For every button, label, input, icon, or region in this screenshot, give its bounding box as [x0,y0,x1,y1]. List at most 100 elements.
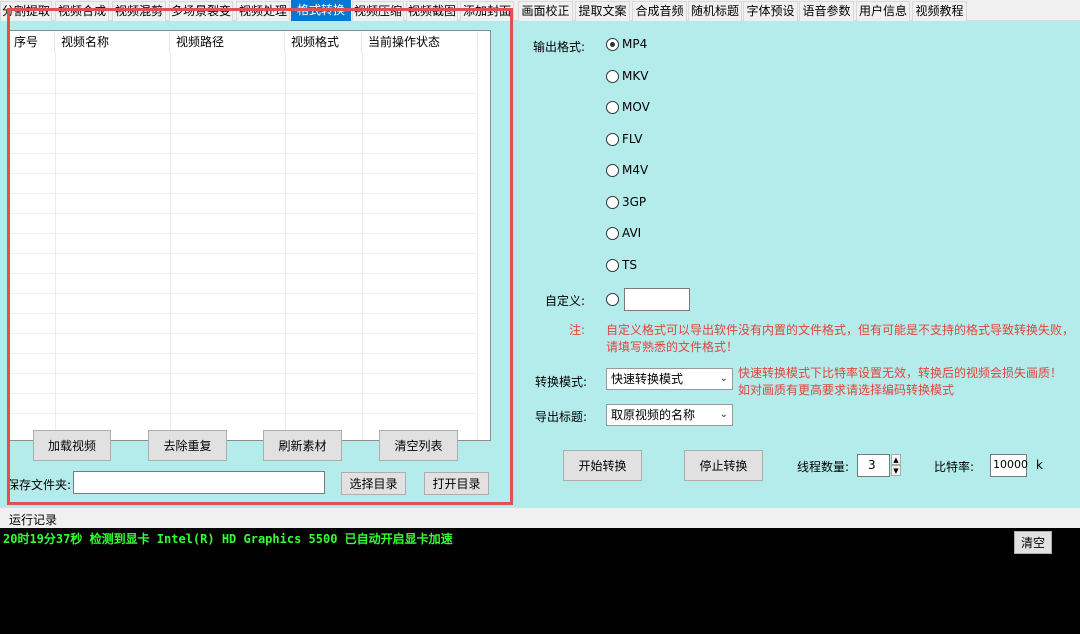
load-video-button[interactable]: 加载视频 [33,430,111,461]
stepper-up-icon[interactable]: ▲ [891,454,901,465]
thread-count-input[interactable]: 3 [857,454,890,477]
radio-icon[interactable] [606,226,619,240]
tab-font-preset[interactable]: 字体预设 [743,1,798,21]
stop-convert-button[interactable]: 停止转换 [684,450,763,481]
start-convert-button[interactable]: 开始转换 [563,450,642,481]
col-header-path[interactable]: 视频路径 [170,31,285,53]
format-option-mov[interactable]: MOV [606,99,650,115]
stepper-down-icon[interactable]: ▼ [891,465,901,476]
col-header-format[interactable]: 视频格式 [285,31,362,53]
row-divider [8,373,478,374]
video-list-grid[interactable]: 序号 视频名称 视频路径 视频格式 当前操作状态 [7,30,491,441]
format-option-mkv[interactable]: MKV [606,68,648,84]
convert-mode-label: 转换模式: [535,375,588,389]
format-option-mp4[interactable]: MP4 [606,36,647,52]
row-divider [8,273,478,274]
grid-body [8,53,490,440]
custom-format-label: 自定义: [545,294,586,308]
file-list-panel: 序号 视频名称 视频路径 视频格式 当前操作状态 加载视频 去除重复 刷新素材 … [0,21,520,508]
tab-random-title[interactable]: 随机标题 [688,1,742,21]
note-line-1: 自定义格式可以导出软件没有内置的文件格式，但有可能是不支持的格式导致转换失败， [606,323,1075,337]
radio-icon[interactable] [606,100,619,114]
format-option-m4v[interactable]: M4V [606,162,648,178]
row-divider [8,353,478,354]
tab-video-mix[interactable]: 视频混剪 [112,1,166,21]
note-line-2: 请填写熟悉的文件格式！ [606,340,739,354]
row-divider [8,313,478,314]
export-title-label: 导出标题: [535,410,588,424]
log-label: 运行记录 [9,513,58,527]
custom-format-input[interactable] [624,288,690,311]
chevron-down-icon: ⌄ [719,373,728,384]
save-folder-input[interactable] [73,471,325,494]
col-header-status[interactable]: 当前操作状态 [362,31,478,53]
tab-add-cover[interactable]: 添加封面 [460,1,514,21]
bitrate-unit: k [1036,458,1043,472]
tab-video-tutorial[interactable]: 视频教程 [912,1,967,21]
refresh-material-button[interactable]: 刷新素材 [263,430,342,461]
note-label: 注: [569,323,586,337]
format-option-ts[interactable]: TS [606,257,637,273]
row-divider [8,73,478,74]
convert-mode-select[interactable]: 快速转换模式 ⌄ [606,368,733,390]
format-option-label: AVI [622,226,642,240]
format-option-label: M4V [622,163,649,177]
bitrate-input[interactable]: 10000 [990,454,1028,477]
radio-icon[interactable] [606,132,619,146]
col-divider [477,53,478,440]
output-format-label: 输出格式: [533,40,586,54]
clear-log-button[interactable]: 清空 [1014,531,1052,554]
format-option-label: FLV [622,132,643,146]
tab-video-process[interactable]: 视频处理 [236,1,290,21]
radio-icon[interactable] [606,195,619,209]
clear-list-button[interactable]: 清空列表 [379,430,458,461]
tab-compose-audio[interactable]: 合成音频 [632,1,687,21]
row-divider [8,213,478,214]
row-divider [8,293,478,294]
row-divider [8,393,478,394]
tab-format-convert[interactable]: 格式转换 [291,0,351,21]
col-header-name[interactable]: 视频名称 [55,31,170,53]
format-option-avi[interactable]: AVI [606,225,641,241]
format-option-label: TS [622,258,637,272]
tab-video-compose[interactable]: 视频合成 [55,1,109,21]
thread-count-label: 线程数量: [797,460,850,474]
format-option-label: 3GP [622,195,647,209]
tab-multi-scene[interactable]: 多场景裂变 [169,1,233,21]
format-option-custom[interactable] [606,291,619,307]
select-dir-button[interactable]: 选择目录 [341,472,406,495]
radio-icon[interactable] [606,258,619,272]
col-header-index[interactable]: 序号 [8,31,55,53]
radio-icon[interactable] [606,163,619,177]
radio-icon[interactable] [606,69,619,83]
row-divider [8,133,478,134]
format-option-flv[interactable]: FLV [606,131,642,147]
bitrate-label: 比特率: [934,460,975,474]
tab-extract-copy[interactable]: 提取文案 [575,1,630,21]
row-divider [8,113,478,114]
grid-header: 序号 视频名称 视频路径 视频格式 当前操作状态 [8,31,490,53]
thread-count-stepper[interactable]: ▲ ▼ [891,454,901,476]
row-divider [8,153,478,154]
tab-user-info[interactable]: 用户信息 [856,1,910,21]
radio-icon[interactable] [606,37,619,51]
format-option-label: MOV [622,100,650,114]
col-divider [55,53,56,440]
dedupe-button[interactable]: 去除重复 [148,430,227,461]
open-dir-button[interactable]: 打开目录 [424,472,489,495]
row-divider [8,333,478,334]
row-divider [8,93,478,94]
tab-split-extract[interactable]: 分割提取 [0,1,52,21]
tab-voice-params[interactable]: 语音参数 [799,1,854,21]
format-option-label: MKV [622,69,649,83]
tab-video-compress[interactable]: 视频压缩 [352,1,404,21]
tab-video-screenshot[interactable]: 视频截图 [406,1,458,21]
format-option-3gp[interactable]: 3GP [606,194,646,210]
export-title-select[interactable]: 取原视频的名称 ⌄ [606,404,733,426]
radio-icon[interactable] [606,292,619,306]
row-divider [8,413,478,414]
row-divider [8,193,478,194]
log-output[interactable]: 20时19分37秒 检测到显卡 Intel(R) HD Graphics 550… [0,528,1080,634]
tab-frame-correct[interactable]: 画面校正 [518,1,573,21]
export-title-value: 取原视频的名称 [611,408,696,422]
